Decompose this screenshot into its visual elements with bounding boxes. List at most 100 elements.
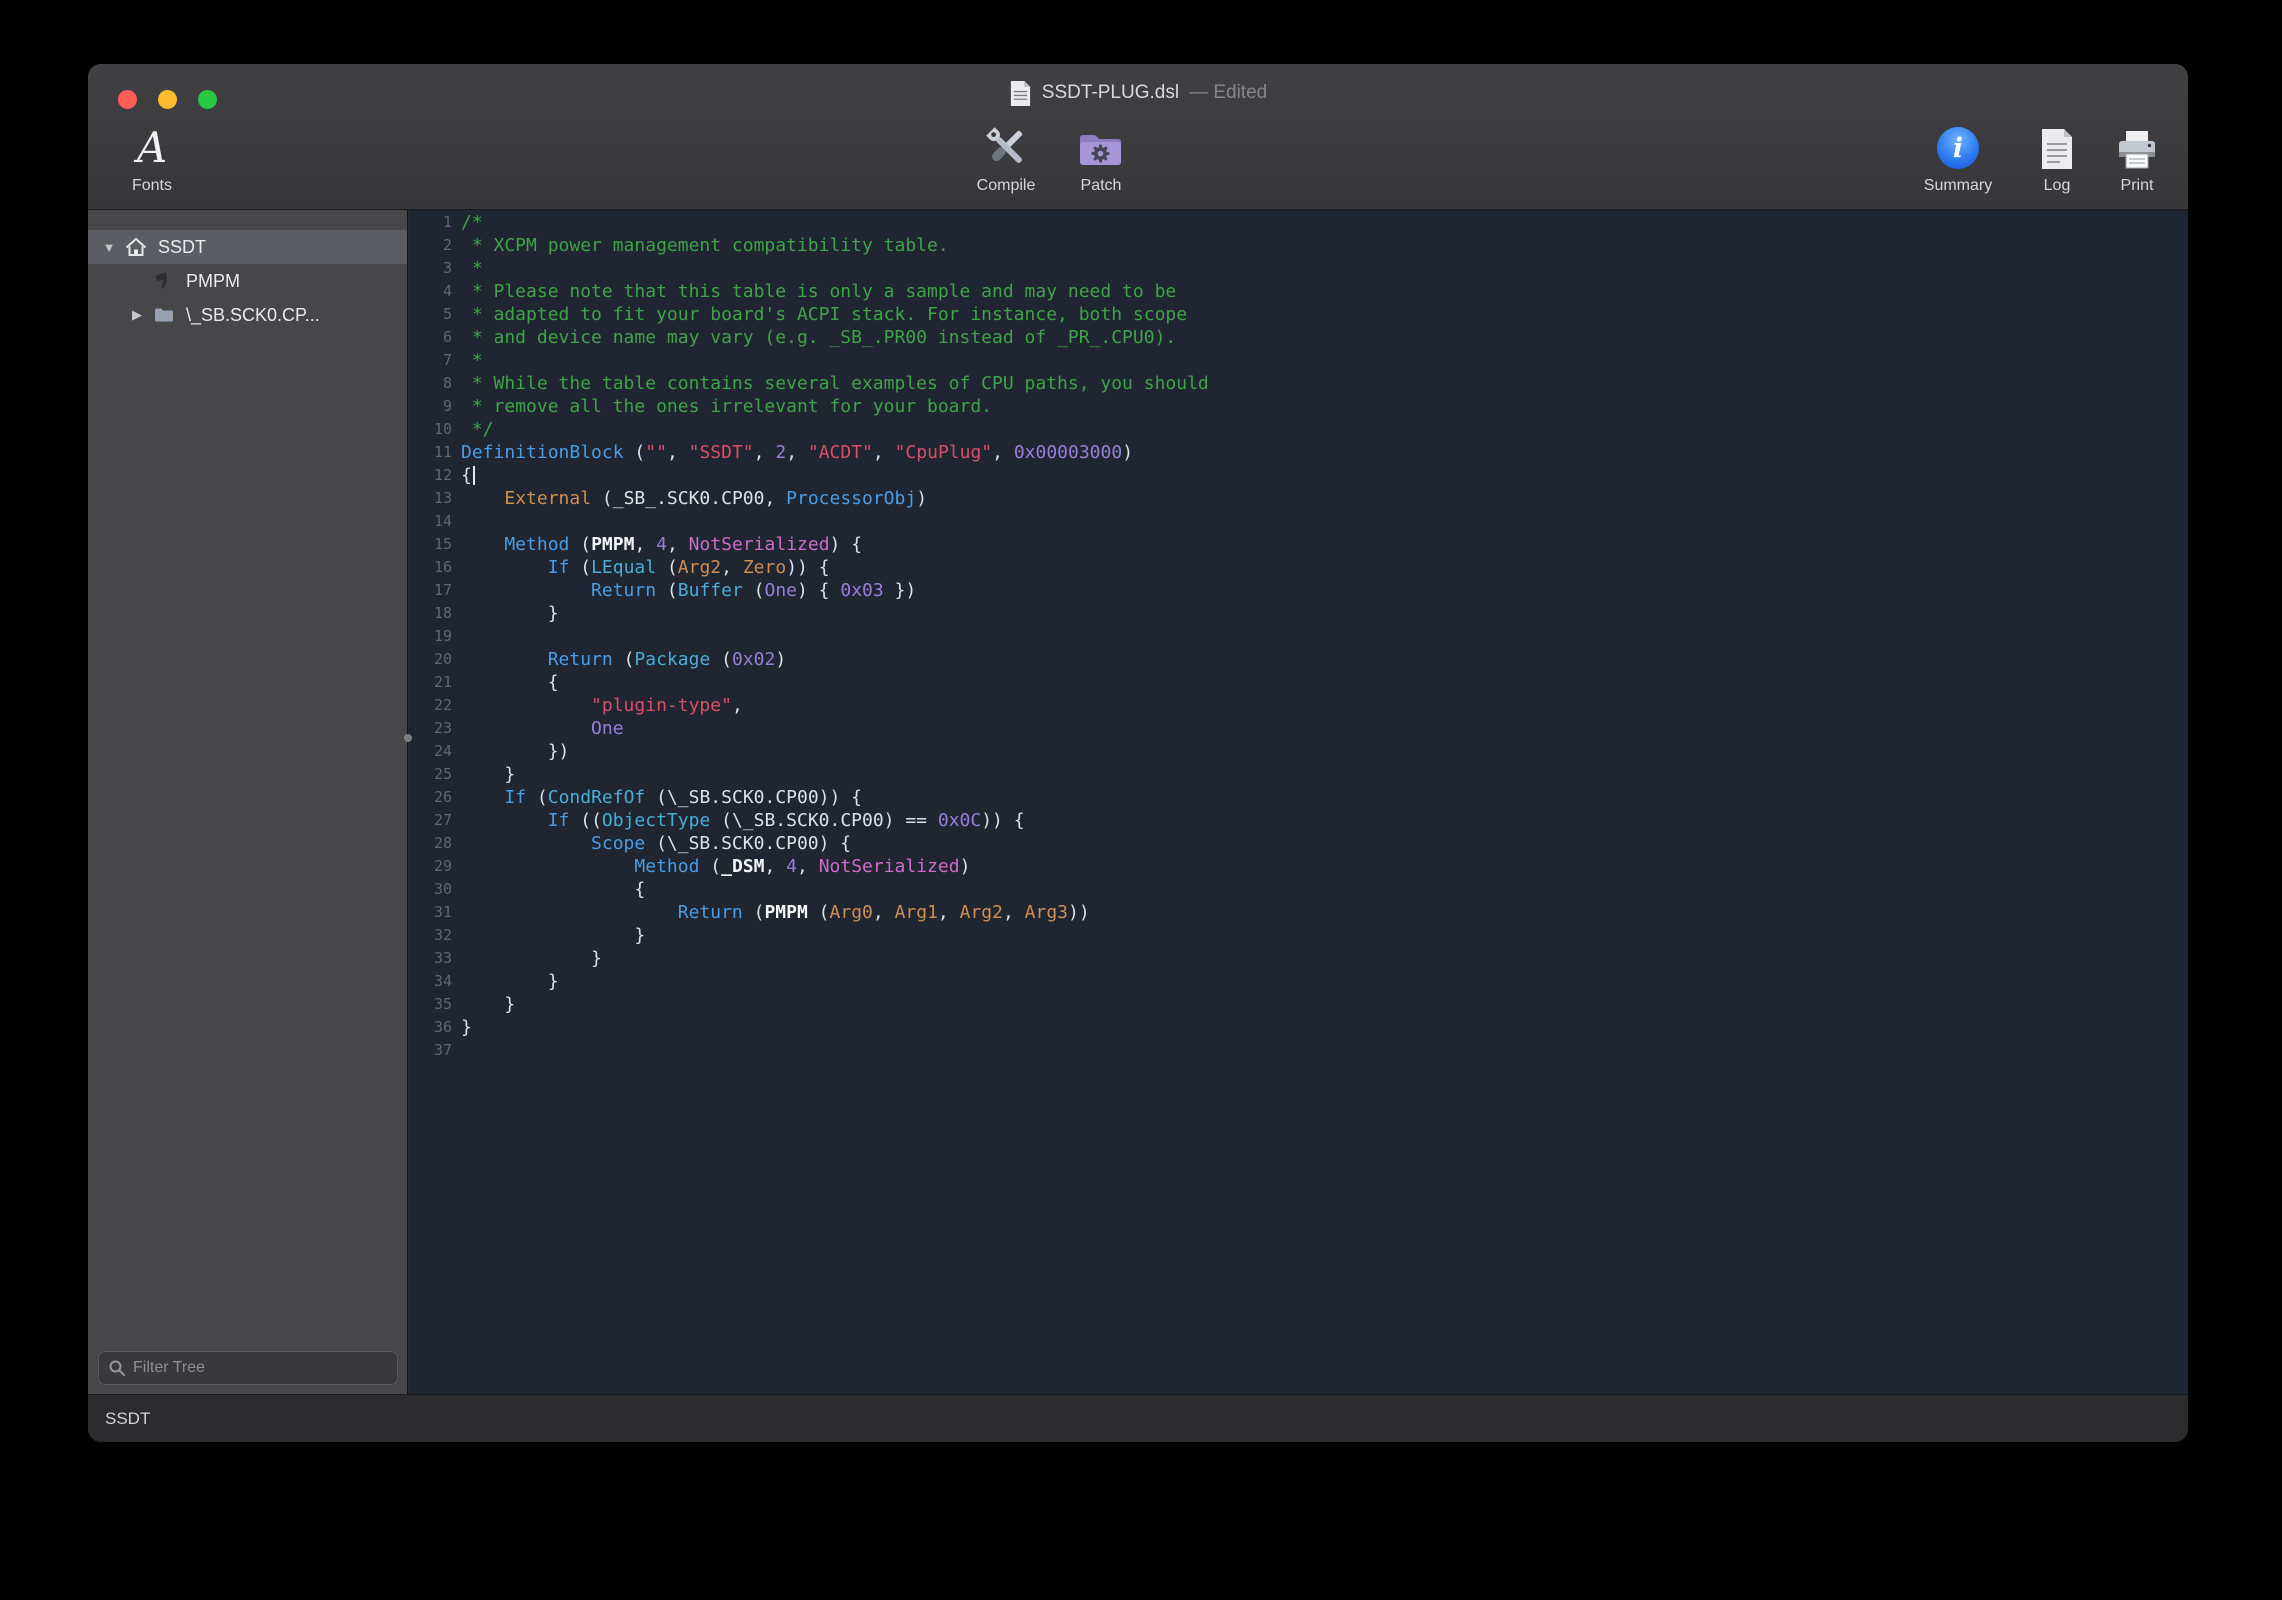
fonts-button[interactable]: A Fonts	[104, 118, 200, 195]
code-line-14[interactable]: 14	[409, 510, 2188, 533]
code-text: * remove all the ones irrelevant for you…	[461, 395, 992, 418]
code-line-36[interactable]: 36}	[409, 1016, 2188, 1039]
printer-icon	[2114, 118, 2160, 172]
disclosure-collapsed-icon[interactable]: ▶	[124, 307, 150, 323]
code-line-11[interactable]: 11DefinitionBlock ("", "SSDT", 2, "ACDT"…	[409, 441, 2188, 464]
line-number: 19	[409, 625, 461, 648]
line-number: 22	[409, 694, 461, 717]
code-line-29[interactable]: 29 Method (_DSM, 4, NotSerialized)	[409, 855, 2188, 878]
code-line-25[interactable]: 25 }	[409, 763, 2188, 786]
patch-button[interactable]: Patch	[1053, 118, 1149, 195]
code-line-26[interactable]: 26 If (CondRefOf (\_SB.SCK0.CP00)) {	[409, 786, 2188, 809]
code-line-24[interactable]: 24 })	[409, 740, 2188, 763]
code-text: * Please note that this table is only a …	[461, 280, 1176, 303]
code-text: {	[461, 464, 475, 487]
window-title-row: SSDT-PLUG.dsl — Edited	[88, 77, 2188, 109]
line-number: 36	[409, 1016, 461, 1039]
code-text: If (LEqual (Arg2, Zero)) {	[461, 556, 830, 579]
code-line-22[interactable]: 22 "plugin-type",	[409, 694, 2188, 717]
code-line-5[interactable]: 5 * adapted to fit your board's ACPI sta…	[409, 303, 2188, 326]
line-number: 7	[409, 349, 461, 372]
code-line-15[interactable]: 15 Method (PMPM, 4, NotSerialized) {	[409, 533, 2188, 556]
line-number: 6	[409, 326, 461, 349]
line-number: 18	[409, 602, 461, 625]
code-text: *	[461, 349, 483, 372]
code-text: Return (Buffer (One) { 0x03 })	[461, 579, 916, 602]
patch-icon	[1076, 118, 1126, 172]
code-text: Return (Package (0x02)	[461, 648, 786, 671]
code-line-6[interactable]: 6 * and device name may vary (e.g. _SB_.…	[409, 326, 2188, 349]
tree-item-ssdt[interactable]: ▼ SSDT	[88, 230, 407, 264]
code-line-35[interactable]: 35 }	[409, 993, 2188, 1016]
code-editor[interactable]: 1/*2 * XCPM power management compatibili…	[409, 210, 2188, 1394]
code-text: Scope (\_SB.SCK0.CP00) {	[461, 832, 851, 855]
code-line-13[interactable]: 13 External (_SB_.SCK0.CP00, ProcessorOb…	[409, 487, 2188, 510]
text-caret	[473, 466, 475, 485]
line-number: 16	[409, 556, 461, 579]
sidebar-tree: ▼ SSDT PMPM▶ \_SB.SCK0.CP...	[88, 210, 407, 332]
code-line-31[interactable]: 31 Return (PMPM (Arg0, Arg1, Arg2, Arg3)…	[409, 901, 2188, 924]
line-number: 5	[409, 303, 461, 326]
code-line-1[interactable]: 1/*	[409, 211, 2188, 234]
line-number: 31	[409, 901, 461, 924]
code-line-7[interactable]: 7 *	[409, 349, 2188, 372]
code-line-8[interactable]: 8 * While the table contains several exa…	[409, 372, 2188, 395]
code-line-9[interactable]: 9 * remove all the ones irrelevant for y…	[409, 395, 2188, 418]
code-line-3[interactable]: 3 *	[409, 257, 2188, 280]
info-circle-icon: i	[1937, 118, 1979, 172]
code-text: }	[461, 947, 602, 970]
code-text: One	[461, 717, 624, 740]
code-text: If (CondRefOf (\_SB.SCK0.CP00)) {	[461, 786, 862, 809]
line-number: 20	[409, 648, 461, 671]
code-line-34[interactable]: 34 }	[409, 970, 2188, 993]
document-proxy-icon[interactable]	[1009, 80, 1032, 107]
code-line-2[interactable]: 2 * XCPM power management compatibility …	[409, 234, 2188, 257]
line-number: 15	[409, 533, 461, 556]
code-line-33[interactable]: 33 }	[409, 947, 2188, 970]
line-number: 1	[409, 211, 461, 234]
filter-field[interactable]	[98, 1351, 398, 1385]
code-text: })	[461, 740, 569, 763]
code-line-23[interactable]: 23 One	[409, 717, 2188, 740]
titlebar-toolbar: SSDT-PLUG.dsl — Edited A Fonts	[88, 64, 2188, 210]
folder-icon	[150, 307, 178, 323]
code-line-17[interactable]: 17 Return (Buffer (One) { 0x03 })	[409, 579, 2188, 602]
sidebar: ▼ SSDT PMPM▶ \_SB.SCK0.CP...	[88, 210, 408, 1394]
code-line-32[interactable]: 32 }	[409, 924, 2188, 947]
compile-button[interactable]: Compile	[958, 118, 1054, 195]
code-line-28[interactable]: 28 Scope (\_SB.SCK0.CP00) {	[409, 832, 2188, 855]
code-line-16[interactable]: 16 If (LEqual (Arg2, Zero)) {	[409, 556, 2188, 579]
tree-item-sb-sck0-cp[interactable]: ▶ \_SB.SCK0.CP...	[88, 298, 407, 332]
code-line-4[interactable]: 4 * Please note that this table is only …	[409, 280, 2188, 303]
print-button[interactable]: Print	[2089, 118, 2185, 195]
line-number: 13	[409, 487, 461, 510]
code-line-30[interactable]: 30 {	[409, 878, 2188, 901]
code-line-20[interactable]: 20 Return (Package (0x02)	[409, 648, 2188, 671]
line-number: 11	[409, 441, 461, 464]
code-line-18[interactable]: 18 }	[409, 602, 2188, 625]
summary-button[interactable]: i Summary	[1910, 118, 2006, 195]
code-line-12[interactable]: 12{	[409, 464, 2188, 487]
code-text: {	[461, 878, 645, 901]
code-line-10[interactable]: 10 */	[409, 418, 2188, 441]
code-text: }	[461, 993, 515, 1016]
code-line-37[interactable]: 37	[409, 1039, 2188, 1062]
tree-item-pmpm[interactable]: PMPM	[88, 264, 407, 298]
tree-item-label: SSDT	[158, 237, 206, 258]
line-number: 26	[409, 786, 461, 809]
code-line-27[interactable]: 27 If ((ObjectType (\_SB.SCK0.CP00) == 0…	[409, 809, 2188, 832]
code-text: }	[461, 970, 559, 993]
status-bar: SSDT	[88, 1394, 2188, 1442]
code-text: Return (PMPM (Arg0, Arg1, Arg2, Arg3))	[461, 901, 1090, 924]
filter-tree-input[interactable]	[133, 1359, 388, 1377]
code-line-21[interactable]: 21 {	[409, 671, 2188, 694]
disclosure-expanded-icon[interactable]: ▼	[96, 240, 122, 255]
splitter-handle[interactable]	[404, 734, 412, 742]
line-number: 24	[409, 740, 461, 763]
line-number: 28	[409, 832, 461, 855]
line-number: 27	[409, 809, 461, 832]
code-text: }	[461, 602, 559, 625]
code-line-19[interactable]: 19	[409, 625, 2188, 648]
code-text: }	[461, 763, 515, 786]
line-number: 10	[409, 418, 461, 441]
